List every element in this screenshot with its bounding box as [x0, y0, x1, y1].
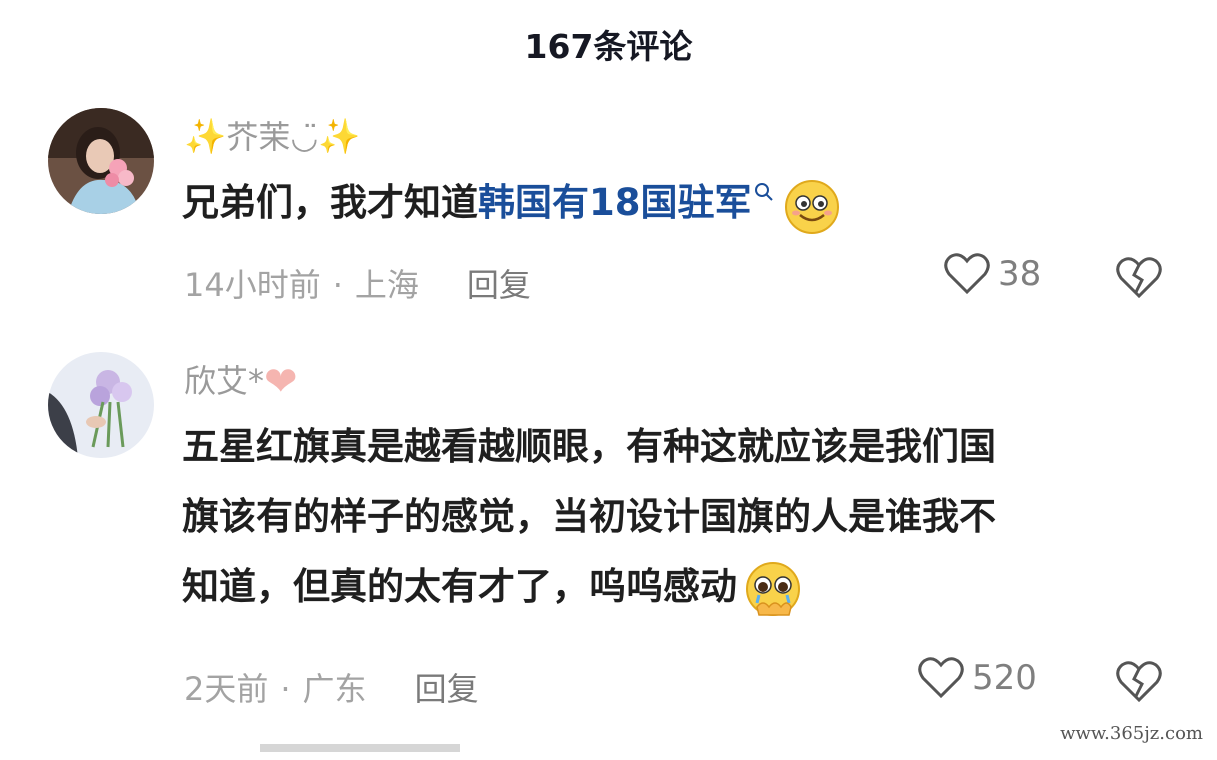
search-link[interactable]: 韩国有18国驻军	[478, 181, 752, 224]
comment-text: 五星红旗真是越看越顺眼，有种这就应该是我们国 旗该有的样子的感觉，当初设计国旗的…	[182, 412, 996, 622]
comment-meta: 14小时前 · 上海 回复	[184, 260, 531, 306]
comment-location: 上海	[354, 266, 419, 304]
heart-outline-icon	[918, 657, 964, 699]
comment-plain-text: 兄弟们，我才知道	[182, 181, 478, 224]
username-text[interactable]: 欣艾*	[184, 362, 264, 400]
broken-heart-icon[interactable]	[1116, 660, 1162, 704]
comments-count-title: 167条评论	[524, 27, 693, 66]
comment-line: 知道，但真的太有才了，呜呜感动	[182, 552, 996, 622]
username-text[interactable]: 芥茉◡̈	[226, 118, 318, 156]
comment-text: 兄弟们，我才知道韩国有18国驻军	[182, 168, 842, 238]
comment-line: 五星红旗真是越看越顺眼，有种这就应该是我们国	[182, 425, 996, 468]
search-icon[interactable]	[754, 182, 776, 204]
username[interactable]: 欣艾*❤	[184, 356, 298, 405]
heart-outline-icon	[944, 253, 990, 295]
comment-line-text: 知道，但真的太有才了，呜呜感动	[182, 565, 737, 608]
separator-dot: ·	[280, 670, 291, 708]
separator-dot: ·	[332, 266, 343, 304]
avatar[interactable]	[48, 108, 154, 214]
username[interactable]: ✨芥茉◡̈✨	[184, 112, 361, 158]
comment-meta: 2天前 · 广东 回复	[184, 664, 479, 710]
comment-time: 2天前	[184, 670, 269, 708]
comment-line: 旗该有的样子的感觉，当初设计国旗的人是谁我不	[182, 495, 996, 538]
heart-icon: ❤	[264, 359, 298, 405]
like-count: 38	[998, 254, 1042, 294]
truncated-next-row	[260, 740, 490, 760]
comment-time: 14小时前	[184, 266, 321, 304]
avatar[interactable]	[48, 352, 154, 458]
like-count: 520	[972, 658, 1037, 698]
comment-location: 广东	[302, 670, 367, 708]
like-button[interactable]: 520	[918, 656, 1037, 700]
reply-button[interactable]: 回复	[415, 670, 479, 708]
watermark: www.365jz.com	[1060, 723, 1203, 744]
broken-heart-icon[interactable]	[1116, 256, 1162, 300]
sparkle-icon: ✨	[318, 117, 361, 157]
reply-button[interactable]: 回复	[467, 266, 531, 304]
like-button[interactable]: 38	[944, 252, 1041, 296]
holding-back-tears-emoji	[746, 561, 800, 616]
smiling-face-emoji	[784, 179, 839, 234]
sparkle-icon: ✨	[184, 117, 227, 157]
